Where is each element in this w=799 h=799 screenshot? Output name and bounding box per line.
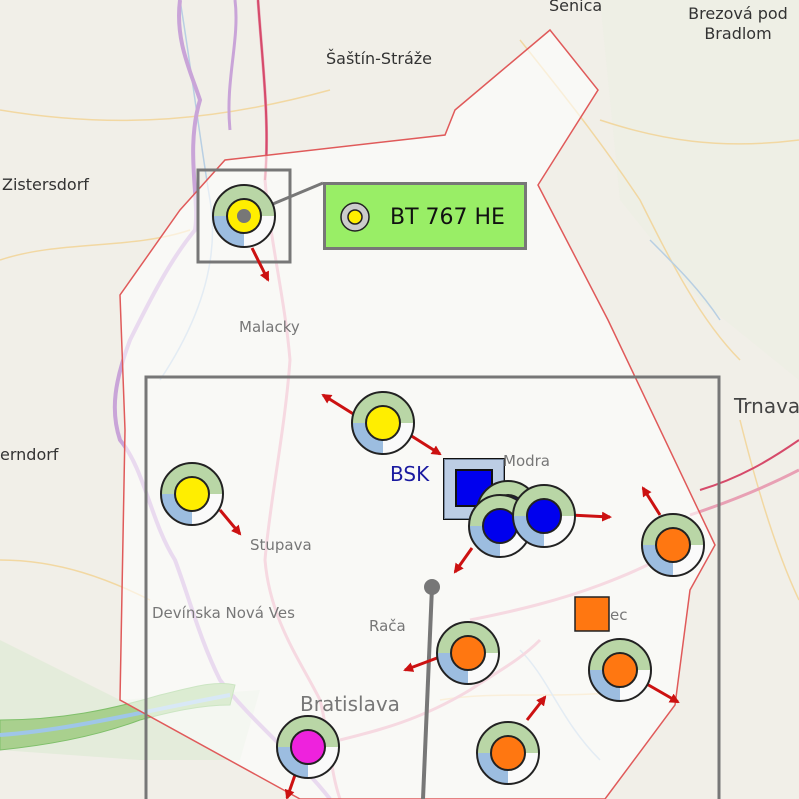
aircraft-label[interactable]: BT 767 HE	[323, 182, 527, 250]
aircraft-symbol-icon	[340, 202, 370, 232]
place-raca: Rača	[369, 617, 406, 635]
place-erndorf: erndorf	[0, 445, 59, 464]
place-modra: Modra	[503, 452, 550, 470]
marker-orange-south[interactable]	[588, 638, 652, 702]
place-brezova: Brezová pod Bradlom	[688, 4, 788, 43]
orange-square-marker[interactable]	[574, 596, 610, 632]
place-stupava: Stupava	[250, 536, 312, 554]
aircraft-callsign: BT 767 HE	[390, 205, 505, 230]
place-malacky: Malacky	[239, 318, 300, 336]
pointer-dot	[424, 579, 440, 595]
marker-orange-center[interactable]	[436, 621, 500, 685]
place-zistersdorf: Zistersdorf	[2, 175, 89, 194]
place-ec: ec	[610, 606, 628, 624]
marker-magenta[interactable]	[276, 715, 340, 779]
selected-center-dot	[237, 209, 251, 223]
station-label[interactable]: BSK	[390, 462, 429, 486]
place-bratislava: Bratislava	[300, 692, 400, 716]
place-trnava: Trnava	[734, 394, 799, 418]
marker-orange-east[interactable]	[641, 513, 705, 577]
place-senica: Senica	[549, 0, 603, 15]
place-sastin: Šaštín-Stráže	[326, 49, 432, 68]
map-canvas[interactable]	[0, 0, 799, 799]
marker-yellow-north[interactable]	[351, 391, 415, 455]
marker-yellow-west[interactable]	[160, 462, 224, 526]
place-devinska: Devínska Nová Ves	[152, 604, 295, 622]
marker-blue-3[interactable]	[512, 484, 576, 548]
marker-orange-bottom[interactable]	[476, 721, 540, 785]
